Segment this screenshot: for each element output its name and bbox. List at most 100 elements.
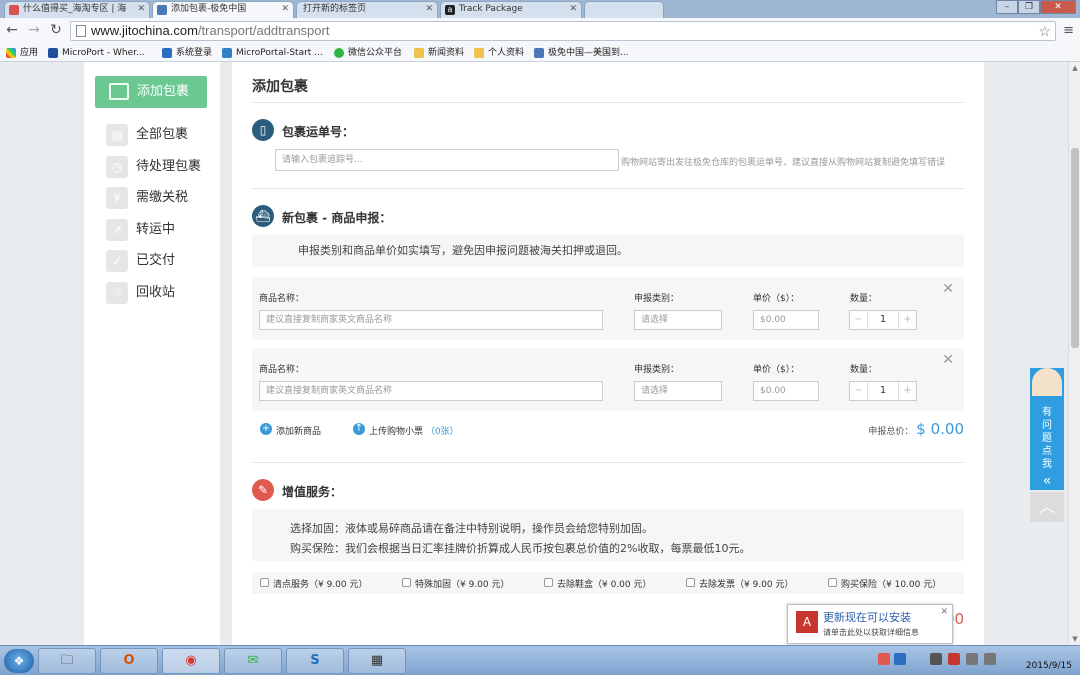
quantity-value[interactable]: 1 (868, 311, 898, 329)
network-icon[interactable] (966, 653, 978, 665)
page-title: 添加包裹 (252, 79, 308, 95)
microport-icon (48, 48, 58, 58)
add-package-button[interactable]: 添加包裹 (95, 76, 207, 108)
bookmark-news[interactable]: 新闻资料 (414, 46, 464, 60)
item-category-select[interactable]: 请选择 (634, 381, 722, 401)
scroll-down-icon[interactable]: ▼ (1069, 633, 1080, 645)
decrement-button[interactable]: − (850, 311, 868, 329)
url-input[interactable]: www.jitochina.com/transport/addtransport… (70, 21, 1056, 41)
close-icon[interactable]: ✕ (940, 607, 948, 617)
checkbox[interactable] (686, 578, 695, 587)
service-option-reinforce[interactable]: 特殊加固（¥ 9.00 元） (402, 577, 510, 590)
service-option-insurance[interactable]: 购买保险（¥ 10.00 元） (828, 577, 941, 590)
taskbar: ❖ 🗀 O ◉ ✉ S ▦ 2015/9/15 (0, 645, 1080, 675)
sidebar-item-label: 已交付 (136, 253, 176, 268)
acrobat-tray-icon[interactable] (948, 653, 960, 665)
upload-receipt-link[interactable]: ↑ 上传购物小票 （0张） (353, 423, 459, 437)
item-price-input[interactable]: $0.00 (753, 381, 819, 401)
windows-start-button[interactable]: ❖ (4, 649, 34, 673)
checkbox[interactable] (402, 578, 411, 587)
chrome-icon[interactable]: ◉ (162, 648, 220, 674)
remove-item-icon[interactable]: ✕ (942, 352, 954, 368)
minimize-icon[interactable]: – (996, 0, 1018, 14)
bookmark-microport[interactable]: MicroPort - Wher... (48, 46, 145, 60)
back-arrow-icon[interactable]: ← (4, 22, 20, 38)
box-icon: ▤ (106, 124, 128, 146)
bookmark-wechat[interactable]: 微信公众平台 (334, 46, 402, 60)
explorer-folder-icon[interactable]: 🗀 (38, 648, 96, 674)
support-agent-avatar (1032, 368, 1062, 400)
service-option-remove-invoice[interactable]: 去除发票（¥ 9.00 元） (686, 577, 794, 590)
system-clock[interactable]: 2015/9/15 (1026, 648, 1072, 672)
close-icon[interactable]: ✕ (281, 2, 289, 17)
services-note-insurance: 购买保险：我们会根据当日汇率挂牌价折算成人民币按包裹总价值的2%收取，每票最低1… (290, 542, 751, 555)
sogou-tray-icon[interactable] (878, 653, 890, 665)
bookmark-system-login[interactable]: 系统登录 (162, 46, 212, 60)
sidebar-item-duty[interactable]: ¥ 需缴关税 (106, 186, 216, 210)
close-icon[interactable]: ✕ (569, 2, 577, 17)
help-tray-icon[interactable] (894, 653, 906, 665)
item-qty-label: 数量： (850, 365, 878, 375)
add-item-link[interactable]: + 添加新商品 (260, 423, 321, 437)
sidebar-item-delivered[interactable]: ✓ 已交付 (106, 249, 216, 273)
item-price-input[interactable]: $0.00 (753, 310, 819, 330)
sidebar-item-pending[interactable]: ◷ 待处理包裹 (106, 155, 216, 179)
scroll-thumb[interactable] (1071, 148, 1079, 348)
bookmark-microportal[interactable]: MicroPortal-Start ... (222, 46, 323, 60)
sidebar-item-label: 全部包裹 (136, 127, 189, 142)
update-subtitle: 请单击此处以获取详细信息 (823, 628, 919, 637)
restore-icon[interactable]: ❐ (1018, 0, 1040, 14)
scroll-up-icon[interactable]: ▲ (1069, 62, 1080, 74)
quantity-value[interactable]: 1 (868, 382, 898, 400)
item-name-input[interactable]: 建议直接复制商家英文商品名称 (259, 381, 603, 401)
bookmark-apps[interactable]: 应用 (6, 46, 38, 60)
wechat-icon[interactable]: ✉ (224, 648, 282, 674)
tab-add-package[interactable]: 添加包裹-极免中国 ✕ (152, 1, 294, 19)
sidebar-item-label: 回收站 (136, 285, 176, 300)
close-icon[interactable]: ✕ (425, 2, 433, 17)
tab-track-package[interactable]: a Track Package ✕ (440, 1, 582, 18)
tab-blank[interactable] (584, 1, 664, 18)
bookmark-personal[interactable]: 个人资料 (474, 46, 524, 60)
receipt-count: （0张） (425, 427, 459, 437)
amazon-favicon-icon: a (445, 5, 455, 15)
increment-button[interactable]: + (898, 382, 916, 400)
forward-arrow-icon[interactable]: → (26, 22, 42, 38)
decrement-button[interactable]: − (850, 382, 868, 400)
browser-menu-icon[interactable]: ≡ (1063, 23, 1074, 38)
update-notification[interactable]: A 更新现在可以安装 请单击此处以获取详细信息 ✕ (787, 604, 953, 644)
sidebar-item-recycle-bin[interactable]: ♲ 回收站 (106, 281, 216, 305)
window-close-icon[interactable]: ✕ (1040, 0, 1076, 14)
volume-icon[interactable] (984, 653, 996, 665)
sogou-icon[interactable]: S (286, 648, 344, 674)
package-add-icon (109, 83, 129, 100)
close-icon[interactable]: ✕ (137, 2, 145, 17)
tab-title: 添加包裹-极免中国 (171, 4, 247, 14)
outlook-icon[interactable]: O (100, 648, 158, 674)
page-scrollbar[interactable]: ▲ ▼ (1068, 62, 1080, 645)
sidebar: 添加包裹 ▤ 全部包裹 ◷ 待处理包裹 ¥ 需缴关税 ↗ 转运中 ✓ 已交付 ♲… (84, 62, 220, 645)
tab-smzdm[interactable]: 什么值得买_海淘专区 | 海 ✕ (4, 1, 150, 18)
sidebar-item-in-transit[interactable]: ↗ 转运中 (106, 218, 216, 242)
folder-icon (474, 48, 484, 58)
checkbox[interactable] (828, 578, 837, 587)
tab-new-tab[interactable]: 打开新的标签页 ✕ (296, 1, 438, 18)
increment-button[interactable]: + (898, 311, 916, 329)
service-option-count[interactable]: 清点服务（¥ 9.00 元） (260, 577, 368, 590)
service-option-remove-shoebox[interactable]: 去除鞋盒（¥ 0.00 元） (544, 577, 652, 590)
photo-app-icon[interactable]: ▦ (348, 648, 406, 674)
tray-app-icon[interactable] (930, 653, 942, 665)
item-category-select[interactable]: 请选择 (634, 310, 722, 330)
reload-icon[interactable]: ↻ (48, 22, 64, 38)
checkbox[interactable] (260, 578, 269, 587)
bookmark-jitochina[interactable]: 极免中国—美国到... (534, 46, 629, 60)
remove-item-icon[interactable]: ✕ (942, 281, 954, 297)
item-name-input[interactable]: 建议直接复制商家英文商品名称 (259, 310, 603, 330)
divider (252, 462, 964, 463)
checkbox[interactable] (544, 578, 553, 587)
bookmark-star-icon[interactable]: ☆ (1038, 22, 1051, 40)
tracking-number-input[interactable]: 请输入包裹追踪号... (275, 149, 619, 171)
back-to-top-button[interactable]: ︿ (1030, 492, 1064, 522)
item-row: 商品名称： 申报类别： 单价（$）： 数量： ✕ 建议直接复制商家英文商品名称 … (252, 348, 964, 411)
sidebar-item-all-packages[interactable]: ▤ 全部包裹 (106, 123, 216, 147)
